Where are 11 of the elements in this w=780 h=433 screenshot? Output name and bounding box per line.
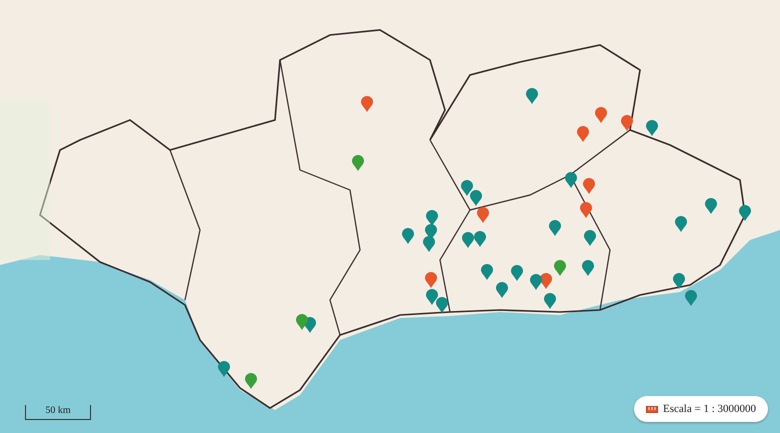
scale-label: Escala = 1 : 3000000 <box>663 403 756 415</box>
scale-bar: 50 km <box>25 405 91 420</box>
map-pin[interactable] <box>565 172 577 188</box>
map-pin[interactable] <box>477 207 489 223</box>
map-pin[interactable] <box>673 273 685 289</box>
ruler-icon <box>646 406 658 412</box>
map-pin[interactable] <box>621 115 633 131</box>
map-pin[interactable] <box>739 205 751 221</box>
map-pin[interactable] <box>580 202 592 218</box>
map-pin[interactable] <box>218 361 230 377</box>
map-pin[interactable] <box>436 297 448 313</box>
